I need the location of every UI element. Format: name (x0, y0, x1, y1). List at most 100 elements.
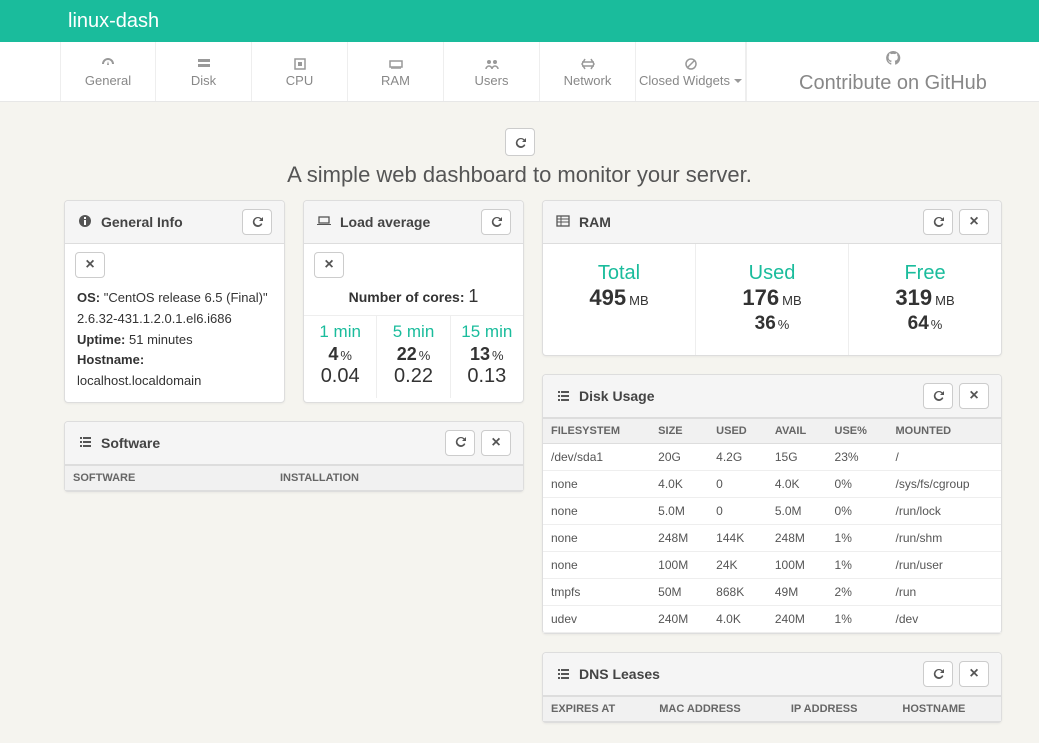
cell: 1% (827, 552, 888, 579)
load-val: 0.04 (308, 365, 372, 388)
close-button[interactable]: × (481, 430, 511, 456)
nav-label: RAM (381, 73, 410, 88)
cell: 20G (650, 444, 708, 471)
nav-cpu[interactable]: CPU (252, 42, 348, 101)
load-label: 1 min (308, 322, 372, 342)
nav-network[interactable]: Network (540, 42, 636, 101)
load-label: 15 min (455, 322, 519, 342)
hostname-label: Hostname: (77, 352, 144, 367)
nav-ram[interactable]: RAM (348, 42, 444, 101)
github-icon (885, 49, 901, 72)
nav-disk[interactable]: Disk (156, 42, 252, 101)
users-icon (484, 55, 500, 73)
caret-down-icon (734, 79, 742, 83)
ram-icon (388, 55, 404, 73)
refresh-icon (931, 666, 945, 683)
panel-title: DNS Leases (579, 666, 660, 682)
nav-label: General (85, 73, 131, 88)
os-value: "CentOS release 6.5 (Final)" 2.6.32-431.… (77, 290, 268, 326)
disk-icon (196, 55, 212, 73)
software-table: SOFTWARE INSTALLATION (65, 465, 523, 491)
cores-label: Number of cores: (349, 289, 465, 305)
nav-label: Users (475, 73, 509, 88)
load-cell-1min: 1 min 4% 0.04 (304, 316, 377, 398)
col-header: AVAIL (767, 419, 827, 444)
disk-table: FILESYSTEMSIZEUSEDAVAILUSE%MOUNTED /dev/… (543, 418, 1001, 633)
cell: tmpfs (543, 579, 650, 606)
refresh-all-button[interactable] (505, 128, 535, 156)
list-icon (555, 387, 571, 406)
ram-value: 176 (742, 285, 779, 310)
general-info-body: OS: "CentOS release 6.5 (Final)" 2.6.32-… (65, 278, 284, 402)
close-icon: × (969, 214, 978, 230)
cell: /dev/sda1 (543, 444, 650, 471)
refresh-button[interactable] (923, 383, 953, 409)
col-header: MAC ADDRESS (651, 697, 783, 722)
close-button[interactable]: × (959, 661, 989, 687)
close-button[interactable]: × (314, 252, 344, 278)
cell: / (888, 444, 1001, 471)
cell: 100M (767, 552, 827, 579)
load-cell-15min: 15 min 13% 0.13 (451, 316, 523, 398)
cell: /run (888, 579, 1001, 606)
panel-title: Disk Usage (579, 388, 654, 404)
cell: 0 (708, 471, 767, 498)
ram-pct: 36 (755, 313, 776, 334)
laptop-icon (316, 213, 332, 232)
load-pct: 4 (328, 344, 338, 364)
load-label: 5 min (381, 322, 445, 342)
refresh-icon (931, 388, 945, 405)
tagline: A simple web dashboard to monitor your s… (0, 162, 1039, 188)
brand[interactable]: linux-dash (68, 10, 159, 33)
contribute-label: Contribute on GitHub (799, 72, 987, 95)
table-row: none100M24K100M1%/run/user (543, 552, 1001, 579)
cell: none (543, 498, 650, 525)
cell: 24K (708, 552, 767, 579)
refresh-button[interactable] (481, 209, 511, 235)
cell: 4.0K (650, 471, 708, 498)
cell: 4.2G (708, 444, 767, 471)
col-installation: INSTALLATION (272, 465, 523, 490)
ram-grid: Total 495MB Used 176MB 36% Free 319MB 64… (543, 244, 1001, 355)
close-button[interactable]: × (959, 209, 989, 235)
close-icon: × (491, 435, 500, 451)
nav-general[interactable]: General (60, 42, 156, 101)
ram-total: Total 495MB (543, 244, 696, 355)
close-button[interactable]: × (959, 383, 989, 409)
cell: none (543, 525, 650, 552)
cell: udev (543, 606, 650, 633)
panel-title: Software (101, 435, 160, 451)
cell: 248M (650, 525, 708, 552)
cell: 100M (650, 552, 708, 579)
refresh-button[interactable] (923, 661, 953, 687)
ram-used: Used 176MB 36% (696, 244, 849, 355)
cell: /run/shm (888, 525, 1001, 552)
slash-icon (683, 55, 699, 73)
center-block: A simple web dashboard to monitor your s… (0, 128, 1039, 188)
close-icon: × (969, 666, 978, 682)
cell: 248M (767, 525, 827, 552)
contribute-link[interactable]: Contribute on GitHub (746, 42, 1039, 101)
topbar: linux-dash (0, 0, 1039, 42)
nav-users[interactable]: Users (444, 42, 540, 101)
cell: /dev (888, 606, 1001, 633)
nav-closed-widgets[interactable]: Closed Widgets (636, 42, 746, 101)
load-pct: 22 (397, 344, 417, 364)
refresh-button[interactable] (242, 209, 272, 235)
col-header: SIZE (650, 419, 708, 444)
panel-title: General Info (101, 214, 183, 230)
cell: 5.0M (650, 498, 708, 525)
cores-value: 1 (468, 286, 478, 306)
panel-title: Load average (340, 214, 430, 230)
ram-label: Used (704, 262, 840, 285)
refresh-button[interactable] (923, 209, 953, 235)
cell: 144K (708, 525, 767, 552)
nav-label: Disk (191, 73, 216, 88)
cpu-icon (292, 55, 308, 73)
table-row: /dev/sda120G4.2G15G23%/ (543, 444, 1001, 471)
close-button[interactable]: × (75, 252, 105, 278)
cell: /run/lock (888, 498, 1001, 525)
refresh-button[interactable] (445, 430, 475, 456)
panel-title: RAM (579, 214, 611, 230)
cell: none (543, 552, 650, 579)
